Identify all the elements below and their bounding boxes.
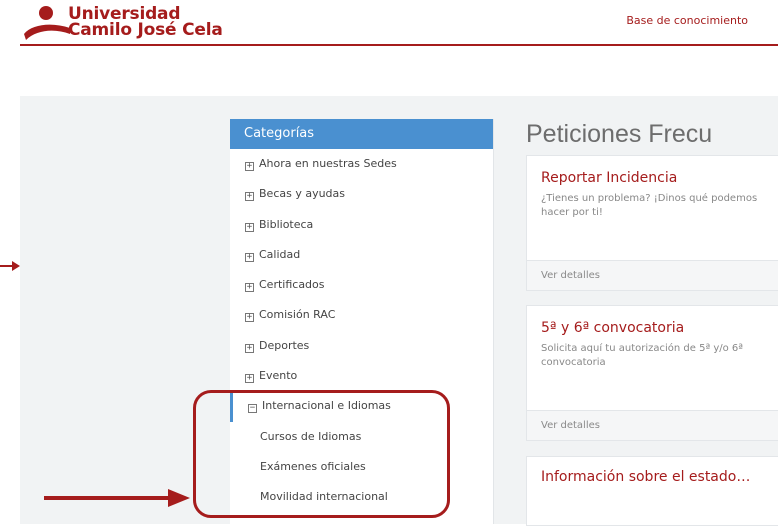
category-item[interactable]: + Certificados — [230, 270, 493, 300]
category-item[interactable]: + Comisión RAC — [230, 300, 493, 330]
category-item[interactable]: + Ahora en nuestras Sedes — [230, 149, 493, 179]
pointer-arrow-icon — [0, 261, 20, 271]
page-title: Peticiones Frecu — [526, 120, 713, 148]
card-title[interactable]: Reportar Incidencia — [541, 170, 677, 186]
category-label: Biblioteca — [259, 217, 314, 231]
card-details-link[interactable]: Ver detalles — [527, 410, 778, 440]
category-item[interactable]: + Biblioteca — [230, 210, 493, 240]
plus-box-icon: + — [245, 282, 254, 293]
plus-box-icon: + — [245, 161, 254, 171]
pointer-arrow-icon — [44, 489, 190, 507]
faq-card[interactable]: 5ª y 6ª convocatoria Solicita aquí tu au… — [526, 305, 778, 441]
brand-line-2: Camilo José Cela — [68, 20, 223, 40]
category-label: Becas y ayudas — [259, 187, 346, 201]
knowledge-base-link[interactable]: Base de conocimiento — [626, 14, 748, 27]
site-header: Universidad Camilo José Cela Base de con… — [0, 0, 778, 50]
highlight-annotation — [193, 390, 450, 518]
plus-box-icon: + — [245, 221, 254, 232]
card-title[interactable]: Información sobre el estado… — [541, 469, 750, 485]
university-logo-icon[interactable] — [22, 4, 72, 42]
category-item[interactable]: + Evento — [230, 361, 493, 391]
plus-box-icon: + — [245, 312, 254, 323]
faq-card[interactable]: Información sobre el estado… — [526, 456, 778, 526]
category-label: Calidad — [259, 247, 301, 261]
category-label: Certificados — [259, 278, 325, 292]
card-description: ¿Tienes un problema? ¡Dinos qué podemos … — [541, 193, 758, 218]
plus-box-icon: + — [245, 191, 254, 202]
card-details-link[interactable]: Ver detalles — [527, 260, 778, 290]
category-item[interactable]: + Becas y ayudas — [230, 179, 493, 209]
category-label: Ahora en nuestras Sedes — [259, 157, 397, 170]
category-label: Deportes — [259, 338, 310, 352]
card-title[interactable]: 5ª y 6ª convocatoria — [541, 320, 684, 336]
brand-name[interactable]: Universidad Camilo José Cela — [68, 6, 223, 40]
plus-box-icon: + — [245, 373, 254, 384]
category-label: Evento — [259, 369, 298, 383]
faq-card[interactable]: Reportar Incidencia ¿Tienes un problema?… — [526, 155, 778, 291]
plus-box-icon: + — [245, 251, 254, 262]
sidebar-title: Categorías — [230, 119, 493, 149]
card-description: Solicita aquí tu autorización de 5ª y/o … — [541, 343, 744, 368]
category-item[interactable]: + Calidad — [230, 240, 493, 270]
category-label: Comisión RAC — [259, 308, 336, 322]
header-divider — [20, 44, 778, 46]
plus-box-icon: + — [245, 342, 254, 353]
category-item[interactable]: + Deportes — [230, 331, 493, 361]
